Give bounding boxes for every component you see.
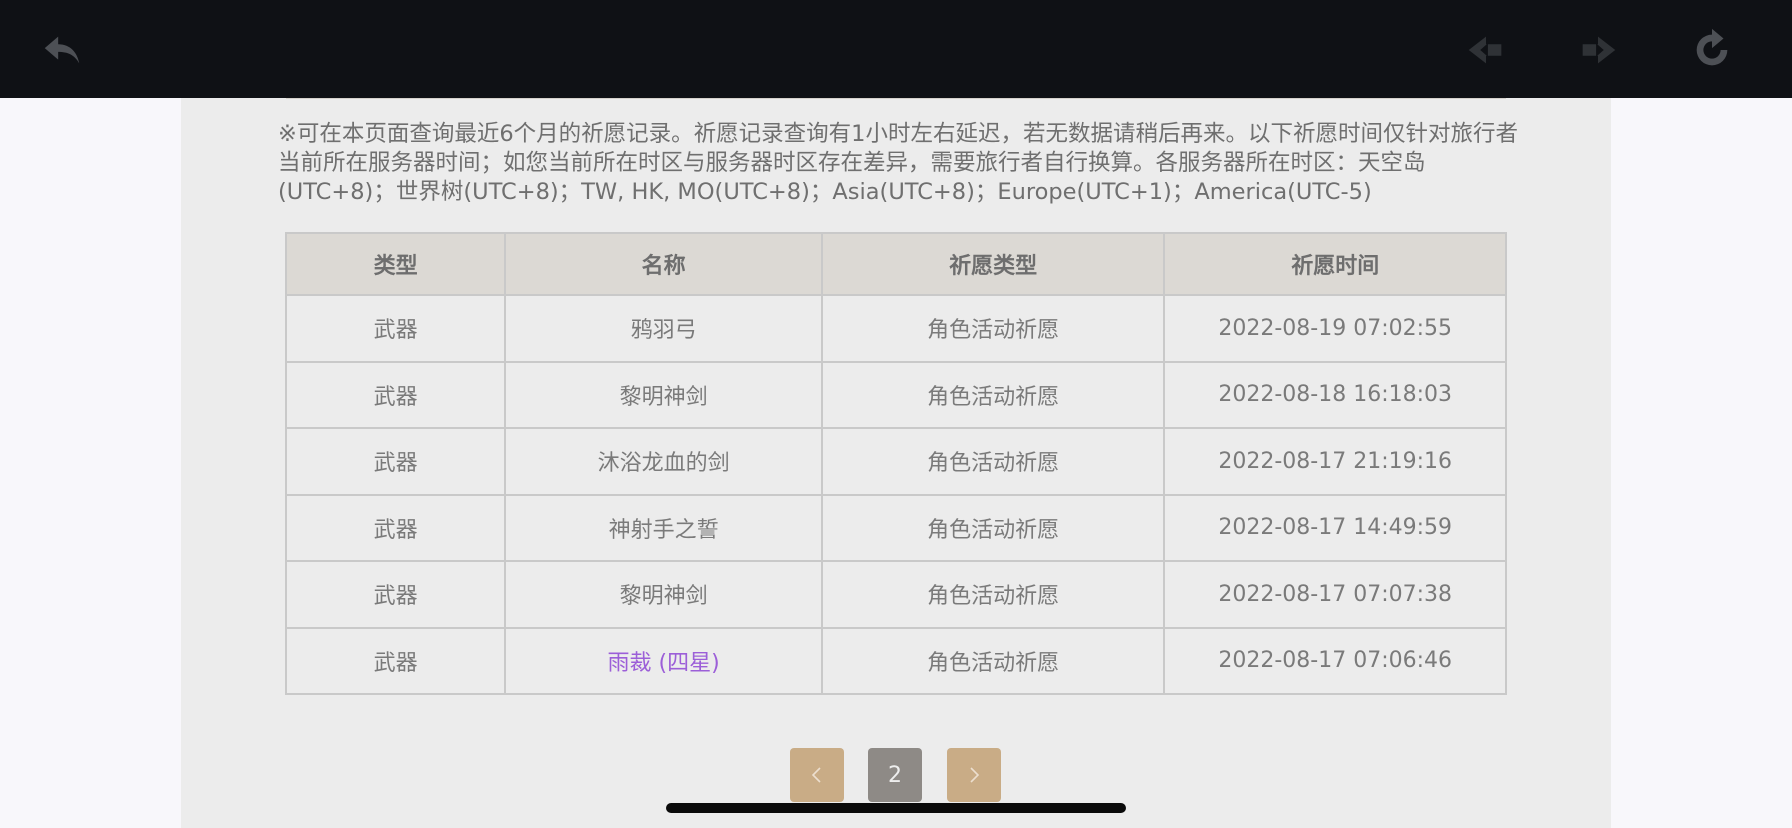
chevron-left-icon — [811, 767, 821, 783]
cell-name: 鸦羽弓 — [504, 294, 823, 363]
table-row: 武器 黎明神剑 角色活动祈愿 2022-08-17 07:07:38 — [284, 560, 1507, 629]
cell-name: 黎明神剑 — [504, 560, 823, 629]
cell-name: 沐浴龙血的剑 — [504, 427, 823, 496]
back-arrow-icon — [44, 36, 80, 64]
cell-wish-time: 2022-08-19 07:02:55 — [1163, 294, 1507, 363]
cell-wish-type: 角色活动祈愿 — [820, 626, 1166, 695]
pagination-current-page[interactable]: 2 — [868, 748, 922, 802]
cell-wish-time: 2022-08-17 14:49:59 — [1163, 493, 1507, 562]
wish-history-table: 类型 名称 祈愿类型 祈愿时间 武器 鸦羽弓 角色活动祈愿 2022-08-19… — [284, 232, 1507, 695]
refresh-icon — [1696, 28, 1728, 66]
table-row: 武器 沐浴龙血的剑 角色活动祈愿 2022-08-17 21:19:16 — [284, 427, 1507, 496]
cell-type: 武器 — [284, 560, 507, 629]
cell-wish-time: 2022-08-17 21:19:16 — [1163, 427, 1507, 496]
table-row: 武器 雨裁 (四星) 角色活动祈愿 2022-08-17 07:06:46 — [284, 626, 1507, 695]
prev-page-icon — [1468, 36, 1502, 64]
cell-name: 黎明神剑 — [504, 360, 823, 429]
header-type: 类型 — [284, 232, 507, 296]
chevron-right-icon — [970, 767, 980, 783]
table-row: 武器 神射手之誓 角色活动祈愿 2022-08-17 14:49:59 — [284, 493, 1507, 562]
wish-history-panel: ※可在本页面查询最近6个月的祈愿记录。祈愿记录查询有1小时左右延迟，若无数据请稍… — [181, 98, 1611, 828]
wish-history-notice: ※可在本页面查询最近6个月的祈愿记录。祈愿记录查询有1小时左右延迟，若无数据请稍… — [278, 121, 1518, 205]
cell-name-four-star: 雨裁 (四星) — [504, 626, 823, 695]
back-button[interactable] — [34, 22, 90, 78]
cell-wish-type: 角色活动祈愿 — [820, 560, 1166, 629]
cell-wish-type: 角色活动祈愿 — [820, 360, 1166, 429]
cell-type: 武器 — [284, 427, 507, 496]
cell-wish-time: 2022-08-17 07:06:46 — [1163, 626, 1507, 695]
cell-name: 神射手之誓 — [504, 493, 823, 562]
browser-toolbar — [0, 0, 1792, 98]
cell-type: 武器 — [284, 360, 507, 429]
cell-wish-type: 角色活动祈愿 — [820, 294, 1166, 363]
refresh-button[interactable] — [1684, 22, 1740, 78]
cell-wish-type: 角色活动祈愿 — [820, 493, 1166, 562]
cell-type: 武器 — [284, 493, 507, 562]
next-page-button[interactable] — [1570, 22, 1626, 78]
divider — [286, 98, 1506, 99]
cell-type: 武器 — [284, 626, 507, 695]
cell-wish-type: 角色活动祈愿 — [820, 427, 1166, 496]
cell-wish-time: 2022-08-18 16:18:03 — [1163, 360, 1507, 429]
table-header-row: 类型 名称 祈愿类型 祈愿时间 — [284, 232, 1507, 296]
home-indicator[interactable] — [666, 803, 1126, 813]
cell-type: 武器 — [284, 294, 507, 363]
table-row: 武器 鸦羽弓 角色活动祈愿 2022-08-19 07:02:55 — [284, 294, 1507, 363]
header-name: 名称 — [504, 232, 823, 296]
table-row: 武器 黎明神剑 角色活动祈愿 2022-08-18 16:18:03 — [284, 360, 1507, 429]
prev-page-button[interactable] — [1458, 22, 1514, 78]
next-page-icon — [1582, 36, 1616, 64]
pagination-next-button[interactable] — [947, 748, 1001, 802]
pagination-prev-button[interactable] — [790, 748, 844, 802]
header-wish-type: 祈愿类型 — [820, 232, 1166, 296]
cell-wish-time: 2022-08-17 07:07:38 — [1163, 560, 1507, 629]
header-wish-time: 祈愿时间 — [1163, 232, 1507, 296]
